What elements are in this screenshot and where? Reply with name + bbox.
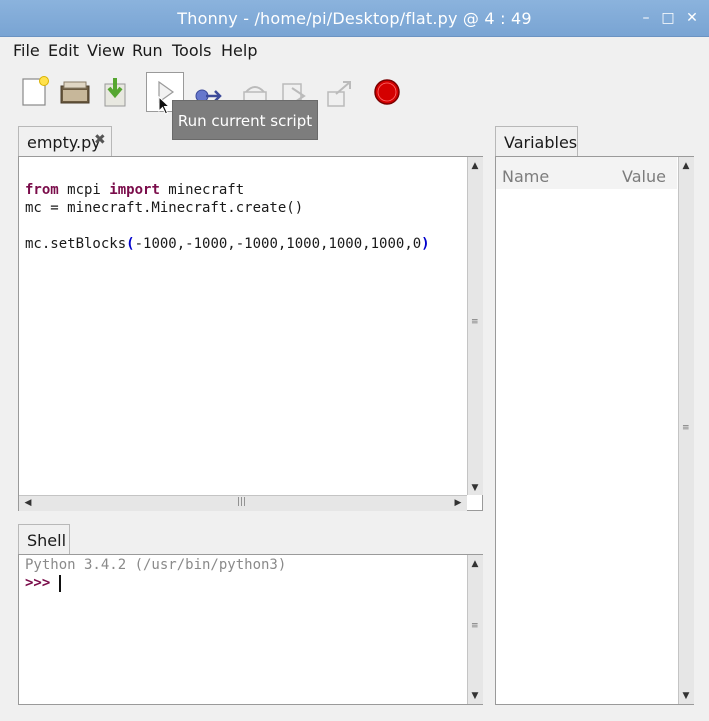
- menu-file[interactable]: File: [13, 41, 40, 60]
- column-name[interactable]: Name: [502, 167, 549, 186]
- shell-version-line: Python 3.4.2 (/usr/bin/python3): [25, 557, 287, 573]
- tab-label: Variables: [504, 133, 578, 152]
- title-bar: Thonny - /home/pi/Desktop/flat.py @ 4 : …: [0, 0, 709, 37]
- shell-vertical-scrollbar[interactable]: ▲ ≡ ▼: [467, 555, 483, 704]
- code-editor[interactable]: from mcpi import minecraft mc = minecraft…: [18, 156, 483, 511]
- scroll-down-icon[interactable]: ▼: [679, 691, 693, 701]
- scroll-grip-icon: ≡: [471, 621, 479, 631]
- code-text: from mcpi import minecraft mc = minecraft…: [25, 163, 430, 289]
- scroll-right-icon[interactable]: ▶: [451, 498, 465, 508]
- code-line: from mcpi import minecraft: [25, 182, 245, 198]
- toolbar: [0, 64, 709, 122]
- tab-shell[interactable]: Shell: [18, 524, 70, 555]
- stop-icon[interactable]: [370, 74, 404, 110]
- tab-label: Shell: [27, 531, 67, 550]
- scroll-grip-icon: ≡: [471, 317, 479, 327]
- shell-panel[interactable]: Python 3.4.2 (/usr/bin/python3) >>> ▲ ≡ …: [18, 554, 483, 705]
- scroll-up-icon[interactable]: ▲: [468, 559, 482, 569]
- window-title: Thonny - /home/pi/Desktop/flat.py @ 4 : …: [177, 9, 532, 28]
- menu-edit[interactable]: Edit: [48, 41, 79, 60]
- code-line: mc.setBlocks(-1000,-1000,-1000,1000,1000…: [25, 236, 430, 252]
- scroll-left-icon[interactable]: ◀: [21, 498, 35, 508]
- editor-horizontal-scrollbar[interactable]: ◀ ||| ▶: [19, 495, 467, 511]
- open-folder-icon[interactable]: [58, 74, 92, 110]
- minimize-button[interactable]: –: [636, 8, 656, 28]
- scroll-down-icon[interactable]: ▼: [468, 691, 482, 701]
- scroll-down-icon[interactable]: ▼: [468, 483, 482, 493]
- shell-prompt: >>>: [25, 575, 51, 591]
- close-tab-icon[interactable]: ✖: [94, 132, 106, 148]
- code-line: ​: [25, 217, 430, 235]
- variables-vertical-scrollbar[interactable]: ▲ ≡ ▼: [678, 157, 694, 704]
- new-file-icon[interactable]: [18, 74, 52, 110]
- save-icon[interactable]: [99, 74, 133, 110]
- tab-empty-py[interactable]: empty.py ✖: [18, 126, 112, 157]
- code-line: mc = minecraft.Minecraft.create(): [25, 200, 304, 216]
- mouse-cursor-icon: [158, 95, 172, 120]
- editor-vertical-scrollbar[interactable]: ▲ ≡ ▼: [467, 157, 483, 495]
- menu-run[interactable]: Run: [132, 41, 163, 60]
- scroll-up-icon[interactable]: ▲: [679, 161, 693, 171]
- menu-view[interactable]: View: [87, 41, 125, 60]
- tab-label: empty.py: [27, 133, 101, 152]
- text-cursor: [59, 575, 61, 592]
- scroll-up-icon[interactable]: ▲: [468, 161, 482, 171]
- close-window-button[interactable]: ✕: [682, 8, 702, 28]
- step-out-icon[interactable]: [322, 74, 356, 110]
- tab-variables[interactable]: Variables: [495, 126, 578, 157]
- column-value[interactable]: Value: [622, 167, 666, 186]
- menu-bar: File Edit View Run Tools Help: [0, 37, 709, 63]
- menu-tools[interactable]: Tools: [172, 41, 211, 60]
- variables-header: Name Value: [496, 157, 677, 189]
- menu-help[interactable]: Help: [221, 41, 257, 60]
- scroll-grip-icon: ≡: [682, 423, 690, 433]
- scroll-grip-icon: |||: [237, 497, 247, 507]
- variables-panel: Name Value ▲ ≡ ▼: [495, 156, 694, 705]
- maximize-button[interactable]: □: [658, 8, 678, 28]
- run-tooltip: Run current script: [172, 100, 318, 140]
